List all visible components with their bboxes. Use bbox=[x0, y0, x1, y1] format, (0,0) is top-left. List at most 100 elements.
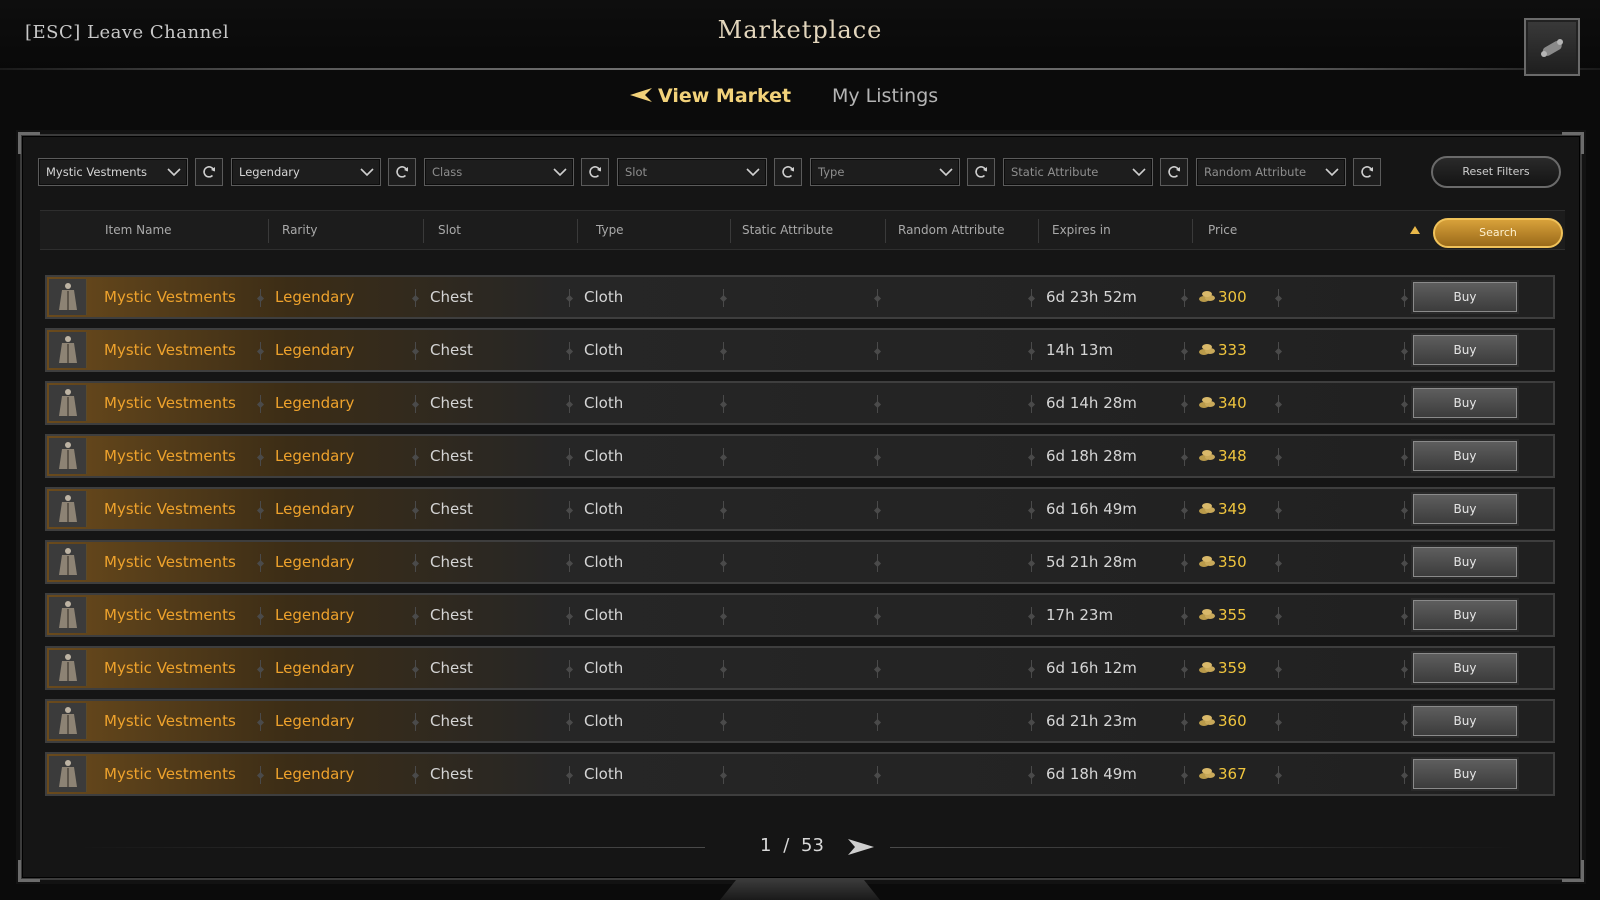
buy-button[interactable]: Buy bbox=[1413, 547, 1517, 577]
buy-button[interactable]: Buy bbox=[1413, 335, 1517, 365]
item-thumbnail bbox=[49, 544, 87, 580]
listing-row[interactable]: Mystic Vestments Legendary Chest Cloth 6d 18… bbox=[45, 434, 1555, 478]
item-type: Cloth bbox=[584, 288, 624, 306]
gold-coins-icon bbox=[1199, 715, 1215, 726]
gold-coins-icon bbox=[1199, 344, 1215, 355]
row-divider bbox=[875, 766, 881, 784]
item-rarity: Legendary bbox=[275, 500, 355, 518]
rarity-filter-value: Legendary bbox=[239, 165, 300, 179]
row-divider bbox=[721, 660, 727, 678]
item-slot: Chest bbox=[430, 447, 473, 465]
row-divider bbox=[413, 342, 419, 360]
total-pages: 53 bbox=[801, 835, 824, 856]
row-divider bbox=[1029, 713, 1035, 731]
row-divider bbox=[567, 501, 573, 519]
refresh-icon bbox=[589, 166, 601, 178]
listing-row[interactable]: Mystic Vestments Legendary Chest Cloth 6d 16… bbox=[45, 487, 1555, 531]
item-slot: Chest bbox=[430, 394, 473, 412]
row-divider bbox=[1029, 501, 1035, 519]
item-price-value: 367 bbox=[1218, 765, 1247, 783]
buy-button[interactable]: Buy bbox=[1413, 388, 1517, 418]
listing-row[interactable]: Mystic Vestments Legendary Chest Cloth 6d 16… bbox=[45, 646, 1555, 690]
column-header-price[interactable]: Price bbox=[1208, 223, 1237, 237]
random-attribute-filter-reset-button[interactable] bbox=[1353, 158, 1381, 186]
listing-row[interactable]: Mystic Vestments Legendary Chest Cloth 6d 18… bbox=[45, 752, 1555, 796]
rarity-filter-reset-button[interactable] bbox=[388, 158, 416, 186]
column-header-expires-in[interactable]: Expires in bbox=[1052, 223, 1111, 237]
type-filter-reset-button[interactable] bbox=[967, 158, 995, 186]
buy-button[interactable]: Buy bbox=[1413, 653, 1517, 683]
slot-filter-dropdown[interactable]: Slot bbox=[617, 158, 767, 186]
refresh-icon bbox=[782, 166, 794, 178]
rarity-filter-dropdown[interactable]: Legendary bbox=[231, 158, 381, 186]
reset-filters-button[interactable]: Reset Filters bbox=[1431, 156, 1561, 188]
item-type: Cloth bbox=[584, 447, 624, 465]
item-rarity: Legendary bbox=[275, 765, 355, 783]
refresh-icon bbox=[203, 166, 215, 178]
next-page-arrow-icon[interactable] bbox=[848, 837, 874, 857]
scroll-menu-button[interactable] bbox=[1524, 18, 1580, 76]
row-divider bbox=[875, 713, 881, 731]
type-filter-dropdown[interactable]: Type bbox=[810, 158, 960, 186]
column-header-item-name[interactable]: Item Name bbox=[105, 223, 172, 237]
listing-row[interactable]: Mystic Vestments Legendary Chest Cloth 6d 23… bbox=[45, 275, 1555, 319]
name-filter-reset-button[interactable] bbox=[195, 158, 223, 186]
chevron-down-icon bbox=[1325, 168, 1339, 177]
scroll-icon bbox=[1541, 39, 1563, 57]
column-header-static-attribute[interactable]: Static Attribute bbox=[742, 223, 833, 237]
row-divider bbox=[1402, 501, 1408, 519]
column-header-slot[interactable]: Slot bbox=[438, 223, 461, 237]
buy-button[interactable]: Buy bbox=[1413, 600, 1517, 630]
listing-row[interactable]: Mystic Vestments Legendary Chest Cloth 6d 21… bbox=[45, 699, 1555, 743]
buy-button[interactable]: Buy bbox=[1413, 441, 1517, 471]
listing-row[interactable]: Mystic Vestments Legendary Chest Cloth 6d 14… bbox=[45, 381, 1555, 425]
listing-row[interactable]: Mystic Vestments Legendary Chest Cloth 14h 1… bbox=[45, 328, 1555, 372]
buy-button[interactable]: Buy bbox=[1413, 706, 1517, 736]
random-attribute-filter-placeholder: Random Attribute bbox=[1204, 165, 1307, 179]
row-divider bbox=[567, 554, 573, 572]
item-expires: 5d 21h 28m bbox=[1046, 553, 1137, 571]
item-thumbnail bbox=[49, 756, 87, 792]
item-slot: Chest bbox=[430, 288, 473, 306]
name-filter-dropdown[interactable]: Mystic Vestments bbox=[38, 158, 188, 186]
item-price: 359 bbox=[1199, 659, 1247, 677]
item-slot: Chest bbox=[430, 765, 473, 783]
row-divider bbox=[1402, 766, 1408, 784]
row-divider bbox=[1182, 289, 1188, 307]
pagination: 1 / 53 bbox=[0, 835, 1600, 859]
static-attribute-filter-placeholder: Static Attribute bbox=[1011, 165, 1099, 179]
random-attribute-filter-dropdown[interactable]: Random Attribute bbox=[1196, 158, 1346, 186]
row-divider bbox=[258, 501, 264, 519]
item-slot: Chest bbox=[430, 606, 473, 624]
static-attribute-filter-reset-button[interactable] bbox=[1160, 158, 1188, 186]
listing-row[interactable]: Mystic Vestments Legendary Chest Cloth 5d 21… bbox=[45, 540, 1555, 584]
item-name: Mystic Vestments bbox=[104, 288, 236, 306]
row-divider bbox=[258, 713, 264, 731]
listing-row[interactable]: Mystic Vestments Legendary Chest Cloth 17h 2… bbox=[45, 593, 1555, 637]
buy-button[interactable]: Buy bbox=[1413, 282, 1517, 312]
class-filter-dropdown[interactable]: Class bbox=[424, 158, 574, 186]
sort-ascending-icon[interactable] bbox=[1410, 225, 1420, 235]
row-divider bbox=[1276, 554, 1282, 572]
buy-button[interactable]: Buy bbox=[1413, 494, 1517, 524]
item-thumbnail bbox=[49, 438, 87, 474]
column-header-type[interactable]: Type bbox=[596, 223, 624, 237]
search-button[interactable]: Search bbox=[1433, 218, 1563, 248]
row-divider bbox=[1029, 554, 1035, 572]
buy-button[interactable]: Buy bbox=[1413, 759, 1517, 789]
item-type: Cloth bbox=[584, 394, 624, 412]
item-expires: 14h 13m bbox=[1046, 341, 1114, 359]
item-expires: 6d 18h 28m bbox=[1046, 447, 1137, 465]
gold-coins-icon bbox=[1199, 503, 1215, 514]
column-separator bbox=[1038, 219, 1039, 243]
tab-my-listings[interactable]: My Listings bbox=[832, 85, 938, 107]
column-header-random-attribute[interactable]: Random Attribute bbox=[898, 223, 1004, 237]
tab-view-market[interactable]: View Market bbox=[630, 85, 791, 107]
row-divider bbox=[413, 554, 419, 572]
column-header-rarity[interactable]: Rarity bbox=[282, 223, 318, 237]
slot-filter-reset-button[interactable] bbox=[774, 158, 802, 186]
market-tabs: View Market My Listings bbox=[0, 85, 1600, 119]
static-attribute-filter-dropdown[interactable]: Static Attribute bbox=[1003, 158, 1153, 186]
class-filter-reset-button[interactable] bbox=[581, 158, 609, 186]
row-divider bbox=[413, 660, 419, 678]
